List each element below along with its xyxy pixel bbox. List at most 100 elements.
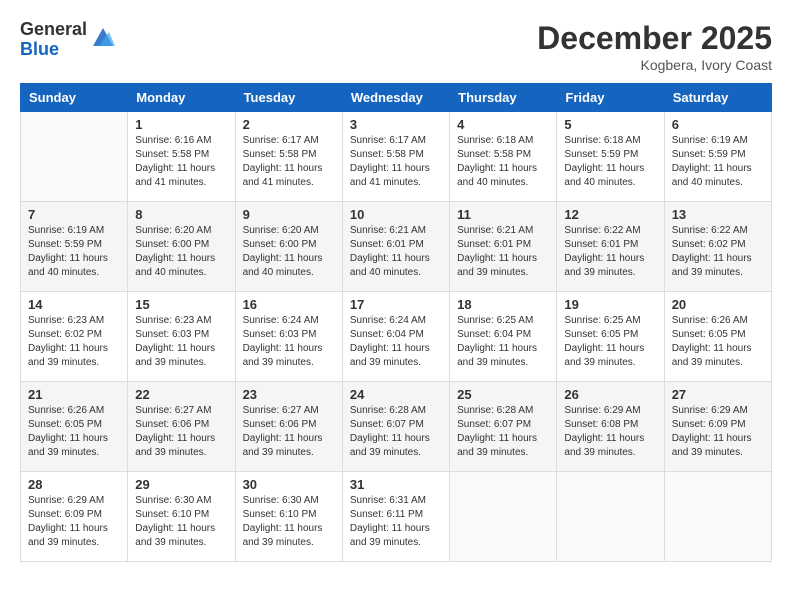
day-info: Sunrise: 6:16 AM Sunset: 5:58 PM Dayligh… <box>135 134 227 190</box>
calendar-cell: 7Sunrise: 6:19 AM Sunset: 5:59 PM Daylig… <box>21 202 128 292</box>
day-number: 27 <box>672 387 764 402</box>
calendar-cell: 2 Sunrise: 6:17 AM Sunset: 5:58 PM Daylig… <box>235 112 342 202</box>
day-info: Sunrise: 6:31 AM Sunset: 6:11 PM Dayligh… <box>350 494 442 550</box>
calendar-cell: 31 Sunrise: 6:31 AM Sunset: 6:11 PM Dayli… <box>342 472 449 562</box>
day-info: Sunrise: 6:17 AM Sunset: 5:58 PM Dayligh… <box>243 134 335 190</box>
day-number: 17 <box>350 297 442 312</box>
day-info: Sunrise: 6:29 AM Sunset: 6:08 PM Dayligh… <box>564 404 656 460</box>
day-number: 3 <box>350 117 442 132</box>
day-info: Sunrise: 6:23 AM Sunset: 6:03 PM Dayligh… <box>135 314 227 370</box>
day-info: Sunrise: 6:20 AM Sunset: 6:00 PM Dayligh… <box>243 224 335 280</box>
calendar-cell: 18 Sunrise: 6:25 AM Sunset: 6:04 PM Dayli… <box>450 292 557 382</box>
day-info: Sunrise: 6:19 AM Sunset: 5:59 PM Dayligh… <box>672 134 764 190</box>
logo-text: General Blue <box>20 20 87 60</box>
calendar-week-row: 1 Sunrise: 6:16 AM Sunset: 5:58 PM Daylig… <box>21 112 772 202</box>
day-number: 8 <box>135 207 227 222</box>
day-info: Sunrise: 6:27 AM Sunset: 6:06 PM Dayligh… <box>135 404 227 460</box>
day-number: 26 <box>564 387 656 402</box>
day-number: 1 <box>135 117 227 132</box>
calendar-header-row: SundayMondayTuesdayWednesdayThursdayFrid… <box>21 84 772 112</box>
day-info: Sunrise: 6:23 AM Sunset: 6:02 PM Dayligh… <box>28 314 120 370</box>
day-number: 29 <box>135 477 227 492</box>
day-info: Sunrise: 6:27 AM Sunset: 6:06 PM Dayligh… <box>243 404 335 460</box>
calendar-cell: 12 Sunrise: 6:22 AM Sunset: 6:01 PM Dayli… <box>557 202 664 292</box>
calendar-cell: 28 Sunrise: 6:29 AM Sunset: 6:09 PM Dayli… <box>21 472 128 562</box>
day-info: Sunrise: 6:29 AM Sunset: 6:09 PM Dayligh… <box>672 404 764 460</box>
location-title: Kogbera, Ivory Coast <box>537 57 772 73</box>
weekday-header: Friday <box>557 84 664 112</box>
day-number: 9 <box>243 207 335 222</box>
calendar-cell: 25 Sunrise: 6:28 AM Sunset: 6:07 PM Dayli… <box>450 382 557 472</box>
logo-icon <box>89 24 117 52</box>
calendar-cell <box>21 112 128 202</box>
day-number: 11 <box>457 207 549 222</box>
calendar-cell: 26 Sunrise: 6:29 AM Sunset: 6:08 PM Dayli… <box>557 382 664 472</box>
day-number: 22 <box>135 387 227 402</box>
calendar-cell: 10Sunrise: 6:21 AM Sunset: 6:01 PM Dayli… <box>342 202 449 292</box>
page-header: General Blue December 2025 Kogbera, Ivor… <box>20 20 772 73</box>
day-number: 21 <box>28 387 120 402</box>
day-info: Sunrise: 6:18 AM Sunset: 5:58 PM Dayligh… <box>457 134 549 190</box>
day-number: 12 <box>564 207 656 222</box>
day-info: Sunrise: 6:21 AM Sunset: 6:01 PM Dayligh… <box>350 224 442 280</box>
calendar-cell: 14 Sunrise: 6:23 AM Sunset: 6:02 PM Dayli… <box>21 292 128 382</box>
day-number: 23 <box>243 387 335 402</box>
calendar-cell: 24Sunrise: 6:28 AM Sunset: 6:07 PM Dayli… <box>342 382 449 472</box>
calendar-cell: 30 Sunrise: 6:30 AM Sunset: 6:10 PM Dayli… <box>235 472 342 562</box>
day-info: Sunrise: 6:25 AM Sunset: 6:04 PM Dayligh… <box>457 314 549 370</box>
day-info: Sunrise: 6:24 AM Sunset: 6:04 PM Dayligh… <box>350 314 442 370</box>
day-number: 2 <box>243 117 335 132</box>
weekday-header: Sunday <box>21 84 128 112</box>
calendar-cell: 20 Sunrise: 6:26 AM Sunset: 6:05 PM Dayli… <box>664 292 771 382</box>
calendar-cell: 29 Sunrise: 6:30 AM Sunset: 6:10 PM Dayli… <box>128 472 235 562</box>
day-info: Sunrise: 6:28 AM Sunset: 6:07 PM Dayligh… <box>457 404 549 460</box>
day-info: Sunrise: 6:26 AM Sunset: 6:05 PM Dayligh… <box>28 404 120 460</box>
day-info: Sunrise: 6:21 AM Sunset: 6:01 PM Dayligh… <box>457 224 549 280</box>
day-number: 14 <box>28 297 120 312</box>
logo: General Blue <box>20 20 117 60</box>
calendar-cell: 13Sunrise: 6:22 AM Sunset: 6:02 PM Dayli… <box>664 202 771 292</box>
weekday-header: Tuesday <box>235 84 342 112</box>
logo-general: General <box>20 20 87 40</box>
day-info: Sunrise: 6:30 AM Sunset: 6:10 PM Dayligh… <box>135 494 227 550</box>
calendar-cell: 1 Sunrise: 6:16 AM Sunset: 5:58 PM Daylig… <box>128 112 235 202</box>
calendar-cell <box>450 472 557 562</box>
day-info: Sunrise: 6:22 AM Sunset: 6:01 PM Dayligh… <box>564 224 656 280</box>
day-info: Sunrise: 6:26 AM Sunset: 6:05 PM Dayligh… <box>672 314 764 370</box>
day-info: Sunrise: 6:19 AM Sunset: 5:59 PM Dayligh… <box>28 224 120 280</box>
day-info: Sunrise: 6:25 AM Sunset: 6:05 PM Dayligh… <box>564 314 656 370</box>
calendar-cell: 21 Sunrise: 6:26 AM Sunset: 6:05 PM Dayli… <box>21 382 128 472</box>
calendar-cell <box>557 472 664 562</box>
weekday-header: Thursday <box>450 84 557 112</box>
day-info: Sunrise: 6:24 AM Sunset: 6:03 PM Dayligh… <box>243 314 335 370</box>
day-info: Sunrise: 6:30 AM Sunset: 6:10 PM Dayligh… <box>243 494 335 550</box>
day-number: 28 <box>28 477 120 492</box>
calendar-week-row: 28 Sunrise: 6:29 AM Sunset: 6:09 PM Dayli… <box>21 472 772 562</box>
day-number: 13 <box>672 207 764 222</box>
day-info: Sunrise: 6:29 AM Sunset: 6:09 PM Dayligh… <box>28 494 120 550</box>
day-number: 25 <box>457 387 549 402</box>
day-number: 5 <box>564 117 656 132</box>
day-number: 30 <box>243 477 335 492</box>
calendar-cell: 6 Sunrise: 6:19 AM Sunset: 5:59 PM Daylig… <box>664 112 771 202</box>
day-info: Sunrise: 6:28 AM Sunset: 6:07 PM Dayligh… <box>350 404 442 460</box>
calendar-cell <box>664 472 771 562</box>
calendar-cell: 22 Sunrise: 6:27 AM Sunset: 6:06 PM Dayli… <box>128 382 235 472</box>
calendar-week-row: 7Sunrise: 6:19 AM Sunset: 5:59 PM Daylig… <box>21 202 772 292</box>
weekday-header: Saturday <box>664 84 771 112</box>
weekday-header: Wednesday <box>342 84 449 112</box>
day-number: 19 <box>564 297 656 312</box>
calendar-cell: 23 Sunrise: 6:27 AM Sunset: 6:06 PM Dayli… <box>235 382 342 472</box>
day-info: Sunrise: 6:18 AM Sunset: 5:59 PM Dayligh… <box>564 134 656 190</box>
calendar-cell: 9 Sunrise: 6:20 AM Sunset: 6:00 PM Daylig… <box>235 202 342 292</box>
calendar-cell: 15Sunrise: 6:23 AM Sunset: 6:03 PM Dayli… <box>128 292 235 382</box>
calendar-cell: 3 Sunrise: 6:17 AM Sunset: 5:58 PM Daylig… <box>342 112 449 202</box>
day-number: 4 <box>457 117 549 132</box>
day-info: Sunrise: 6:17 AM Sunset: 5:58 PM Dayligh… <box>350 134 442 190</box>
day-number: 31 <box>350 477 442 492</box>
calendar-week-row: 21 Sunrise: 6:26 AM Sunset: 6:05 PM Dayli… <box>21 382 772 472</box>
day-number: 6 <box>672 117 764 132</box>
title-section: December 2025 Kogbera, Ivory Coast <box>537 20 772 73</box>
day-number: 18 <box>457 297 549 312</box>
day-number: 20 <box>672 297 764 312</box>
